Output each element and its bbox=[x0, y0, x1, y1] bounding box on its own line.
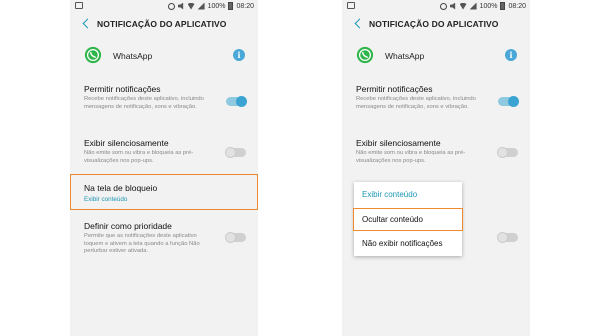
show-silently-toggle[interactable] bbox=[225, 147, 246, 158]
app-bar: NOTIFICAÇÃO DO APLICATIVO bbox=[70, 14, 258, 36]
signal-icon bbox=[469, 2, 477, 10]
gallery-notification-icon bbox=[347, 2, 355, 9]
clock: 08:20 bbox=[236, 2, 254, 10]
status-bar: 100% 08:20 bbox=[70, 0, 258, 12]
app-name: WhatsApp bbox=[113, 51, 153, 61]
phone-screen-right: 100% 08:20 NOTIFICAÇÃO DO APLICATIVO Wha… bbox=[342, 0, 530, 336]
info-icon[interactable]: i bbox=[505, 49, 517, 61]
chevron-left-icon[interactable] bbox=[352, 17, 366, 31]
app-name: WhatsApp bbox=[385, 51, 425, 61]
allow-notifications-toggle[interactable] bbox=[226, 96, 247, 107]
highlight-box bbox=[70, 174, 258, 210]
app-header-row: WhatsApp i bbox=[342, 44, 530, 70]
chevron-left-icon[interactable] bbox=[80, 17, 94, 31]
phone-screen-left: 100% 08:20 NOTIFICAÇÃO DO APLICATIVO Wha… bbox=[70, 0, 258, 336]
setting-description: Recebe notificações deste aplicativo, in… bbox=[84, 96, 204, 110]
mute-icon bbox=[449, 2, 456, 10]
battery-percent: 100% bbox=[207, 2, 226, 10]
menu-item-no-notifications[interactable]: Não exibir notificações bbox=[354, 233, 462, 255]
setting-description: Permite que as notificações deste aplica… bbox=[84, 233, 200, 255]
whatsapp-icon bbox=[356, 46, 374, 64]
wifi-icon bbox=[459, 2, 467, 10]
highlight-box bbox=[353, 208, 463, 231]
page-title: NOTIFICAÇÃO DO APLICATIVO bbox=[369, 19, 499, 29]
gallery-notification-icon bbox=[75, 2, 83, 9]
battery-icon bbox=[500, 2, 506, 10]
alarm-icon bbox=[439, 2, 447, 10]
page-title: NOTIFICAÇÃO DO APLICATIVO bbox=[97, 19, 227, 29]
signal-icon bbox=[197, 2, 205, 10]
allow-notifications-toggle[interactable] bbox=[498, 96, 519, 107]
clock: 08:20 bbox=[508, 2, 526, 10]
setting-description: Não emite som ou vibra e bloqueia as pré… bbox=[356, 150, 466, 164]
show-silently-toggle[interactable] bbox=[497, 147, 518, 158]
wifi-icon bbox=[187, 2, 195, 10]
whatsapp-icon bbox=[84, 46, 102, 64]
battery-percent: 100% bbox=[479, 2, 498, 10]
app-bar: NOTIFICAÇÃO DO APLICATIVO bbox=[342, 14, 530, 36]
setting-title: Permitir notificações bbox=[356, 84, 433, 94]
battery-icon bbox=[228, 2, 234, 10]
setting-title: Permitir notificações bbox=[84, 84, 161, 94]
status-bar: 100% 08:20 bbox=[342, 0, 530, 12]
set-priority-toggle[interactable] bbox=[497, 232, 518, 243]
info-icon[interactable]: i bbox=[233, 49, 245, 61]
set-priority-toggle[interactable] bbox=[225, 232, 246, 243]
menu-item-show-content[interactable]: Exibir conteúdo bbox=[354, 184, 462, 206]
setting-description: Não emite som ou vibra e bloqueia as pré… bbox=[84, 150, 194, 164]
mute-icon bbox=[177, 2, 184, 10]
alarm-icon bbox=[167, 2, 175, 10]
setting-description: Recebe notificações deste aplicativo, in… bbox=[356, 96, 476, 110]
lock-screen-options-menu: Exibir conteúdo Ocultar conteúdo Não exi… bbox=[353, 182, 463, 256]
app-header-row: WhatsApp i bbox=[70, 44, 258, 70]
setting-title: Definir como prioridade bbox=[84, 221, 172, 231]
